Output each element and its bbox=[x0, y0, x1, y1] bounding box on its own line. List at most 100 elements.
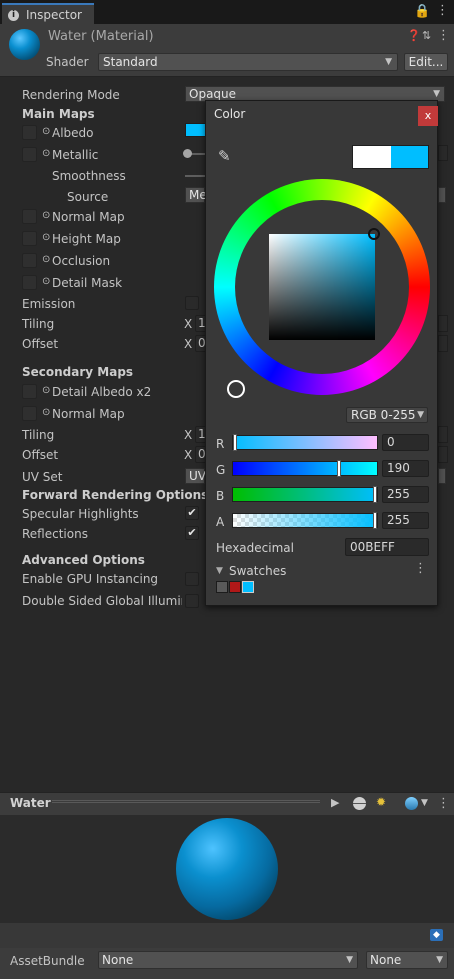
a-slider[interactable] bbox=[232, 512, 378, 529]
help-icon[interactable]: ❓ bbox=[407, 29, 421, 42]
uv-set-value: UV bbox=[189, 469, 206, 483]
r-slider-handle[interactable] bbox=[233, 434, 237, 451]
smoothness-slider-track[interactable] bbox=[185, 175, 205, 177]
b-value-field[interactable]: 255 bbox=[382, 486, 429, 503]
height-map-slot[interactable] bbox=[22, 231, 37, 246]
g-slider[interactable] bbox=[232, 460, 378, 477]
occlusion-slot[interactable] bbox=[22, 253, 37, 268]
b-slider[interactable] bbox=[232, 486, 378, 503]
uv-set-dropdown[interactable]: UV bbox=[185, 468, 206, 484]
edit-shader-button[interactable]: Edit... bbox=[404, 53, 448, 71]
emission-label: Emission bbox=[22, 297, 76, 311]
tab-inspector[interactable]: i Inspector bbox=[2, 3, 94, 24]
object-picker-icon[interactable]: ⊙ bbox=[42, 407, 50, 418]
info-icon: i bbox=[8, 10, 19, 21]
saturation-value-square[interactable] bbox=[269, 234, 375, 340]
forward-rendering-heading: Forward Rendering Options bbox=[22, 488, 209, 502]
offset-y-field[interactable] bbox=[438, 335, 448, 352]
object-picker-icon[interactable]: ⊙ bbox=[42, 385, 50, 396]
secondary-normal-map-slot[interactable] bbox=[22, 406, 37, 421]
metallic-value-field[interactable] bbox=[438, 145, 448, 161]
normal-map-label: Normal Map bbox=[52, 210, 125, 224]
object-picker-icon[interactable]: ⊙ bbox=[42, 210, 50, 221]
object-picker-icon[interactable]: ⊙ bbox=[42, 232, 50, 243]
source-dropdown-edge[interactable] bbox=[438, 187, 446, 203]
offset-x-label: X bbox=[184, 337, 193, 351]
g-value-field[interactable]: 190 bbox=[382, 460, 429, 477]
specular-checkbox[interactable]: ✔ bbox=[185, 506, 199, 520]
swatches-label[interactable]: Swatches bbox=[229, 564, 286, 578]
object-picker-icon[interactable]: ⊙ bbox=[42, 126, 50, 137]
main-maps-heading: Main Maps bbox=[22, 107, 95, 121]
metallic-texture-slot[interactable] bbox=[22, 147, 37, 162]
a-slider-handle[interactable] bbox=[373, 512, 377, 529]
swatch-2[interactable] bbox=[229, 581, 241, 593]
assetbundle-dropdown[interactable]: None ▼ bbox=[98, 951, 358, 969]
color-mode-dropdown[interactable]: RGB 0-255 ▼ bbox=[346, 407, 428, 423]
object-picker-icon[interactable]: ⊙ bbox=[42, 148, 50, 159]
object-picker-icon[interactable]: ⊙ bbox=[42, 254, 50, 265]
offset2-y-field[interactable] bbox=[438, 446, 448, 463]
gpu-instancing-checkbox[interactable] bbox=[185, 572, 199, 586]
shader-dropdown[interactable]: Standard ▼ bbox=[98, 53, 398, 71]
assetbundle-label: AssetBundle bbox=[10, 954, 85, 968]
settings-icon[interactable]: ⇅ bbox=[422, 29, 431, 42]
lock-icon[interactable]: 🔒 bbox=[414, 4, 430, 19]
b-slider-handle[interactable] bbox=[373, 486, 377, 503]
light-icon[interactable]: ✹ bbox=[376, 795, 386, 809]
hexadecimal-field[interactable]: 00BEFF bbox=[345, 538, 429, 556]
previous-color-swatch[interactable] bbox=[353, 146, 391, 168]
occlusion-label: Occlusion bbox=[52, 254, 111, 268]
swatch-1[interactable] bbox=[216, 581, 228, 593]
chevron-down-icon[interactable]: ▼ bbox=[421, 798, 428, 808]
close-button[interactable]: x bbox=[418, 106, 438, 126]
color-preview bbox=[352, 145, 429, 169]
foldout-arrow-icon[interactable]: ▼ bbox=[216, 566, 223, 576]
hue-handle[interactable] bbox=[227, 380, 245, 398]
tab-bar: i Inspector 🔒 ⋮ bbox=[0, 0, 454, 24]
tiling-y-field[interactable] bbox=[438, 315, 448, 332]
assetbundle-variant-dropdown[interactable]: None ▼ bbox=[366, 951, 448, 969]
play-icon[interactable]: ▶ bbox=[331, 796, 339, 809]
menu-icon[interactable]: ⋮ bbox=[436, 3, 449, 18]
uv-set-dropdown-edge[interactable] bbox=[438, 468, 446, 484]
detail-albedo-slot[interactable] bbox=[22, 384, 37, 399]
secondary-normal-map-label: Normal Map bbox=[52, 407, 125, 421]
source-dropdown[interactable]: Me bbox=[185, 187, 207, 203]
swatch-3[interactable] bbox=[242, 581, 254, 593]
g-slider-handle[interactable] bbox=[337, 460, 341, 477]
double-sided-gi-checkbox[interactable] bbox=[185, 594, 199, 608]
albedo-texture-slot[interactable] bbox=[22, 125, 37, 140]
emission-checkbox[interactable] bbox=[185, 296, 199, 310]
context-menu-icon[interactable]: ⋮ bbox=[437, 28, 450, 43]
material-preview-sphere bbox=[176, 818, 278, 920]
detail-albedo-label: Detail Albedo x2 bbox=[52, 385, 152, 399]
r-value-field[interactable]: 0 bbox=[382, 434, 429, 451]
preview-menu-icon[interactable]: ⋮ bbox=[437, 796, 450, 811]
shader-label: Shader bbox=[46, 55, 89, 69]
uv-set-label: UV Set bbox=[22, 470, 63, 484]
skybox-icon[interactable] bbox=[405, 797, 418, 810]
tag-icon[interactable]: ◆ bbox=[430, 929, 443, 941]
reflections-checkbox[interactable]: ✔ bbox=[185, 526, 199, 540]
albedo-label: Albedo bbox=[52, 126, 94, 140]
double-sided-gi-label: Double Sided Global Illumina bbox=[22, 594, 182, 608]
resize-handle[interactable] bbox=[52, 800, 320, 803]
metallic-slider-handle[interactable] bbox=[183, 149, 192, 158]
specular-label: Specular Highlights bbox=[22, 507, 139, 521]
swatches-menu-icon[interactable]: ⋮ bbox=[414, 561, 427, 576]
preview-toolbar: Water ▶ ✹ ▼ ⋮ bbox=[0, 792, 454, 816]
object-picker-icon[interactable]: ⊙ bbox=[42, 276, 50, 287]
saturation-value-handle[interactable] bbox=[368, 228, 380, 240]
r-slider[interactable] bbox=[232, 434, 378, 451]
tiling2-y-field[interactable] bbox=[438, 426, 448, 443]
normal-map-slot[interactable] bbox=[22, 209, 37, 224]
gpu-instancing-label: Enable GPU Instancing bbox=[22, 572, 159, 586]
eyedropper-icon[interactable]: ✎ bbox=[218, 147, 231, 165]
chevron-down-icon: ▼ bbox=[436, 955, 443, 965]
a-value-field[interactable]: 255 bbox=[382, 512, 429, 529]
detail-mask-slot[interactable] bbox=[22, 275, 37, 290]
sphere-icon[interactable] bbox=[353, 797, 366, 810]
albedo-color-field[interactable] bbox=[185, 123, 207, 137]
color-mode-value: RGB 0-255 bbox=[351, 408, 416, 422]
